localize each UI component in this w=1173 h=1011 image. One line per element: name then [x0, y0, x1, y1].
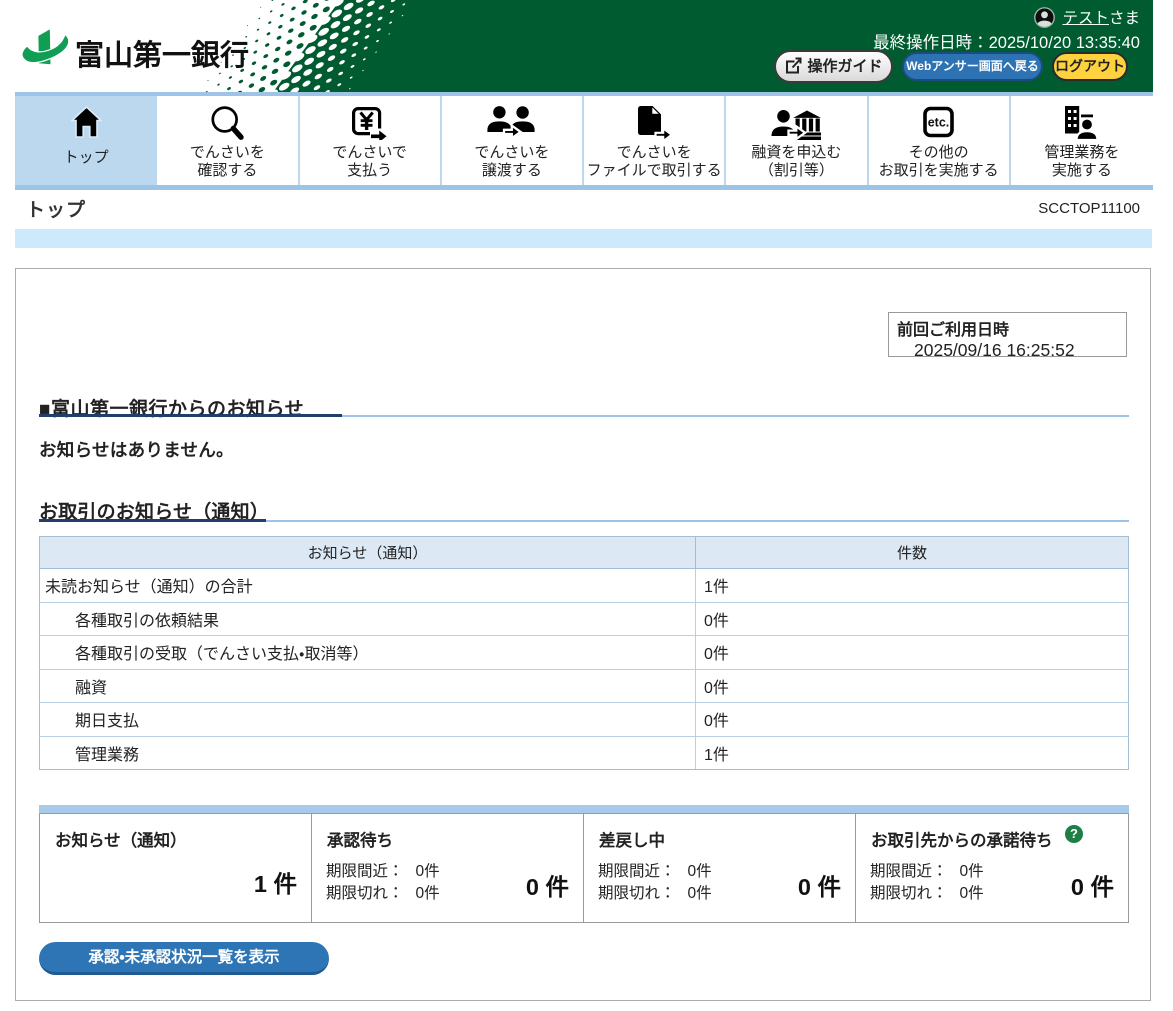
svg-text:etc.: etc.: [928, 116, 950, 130]
